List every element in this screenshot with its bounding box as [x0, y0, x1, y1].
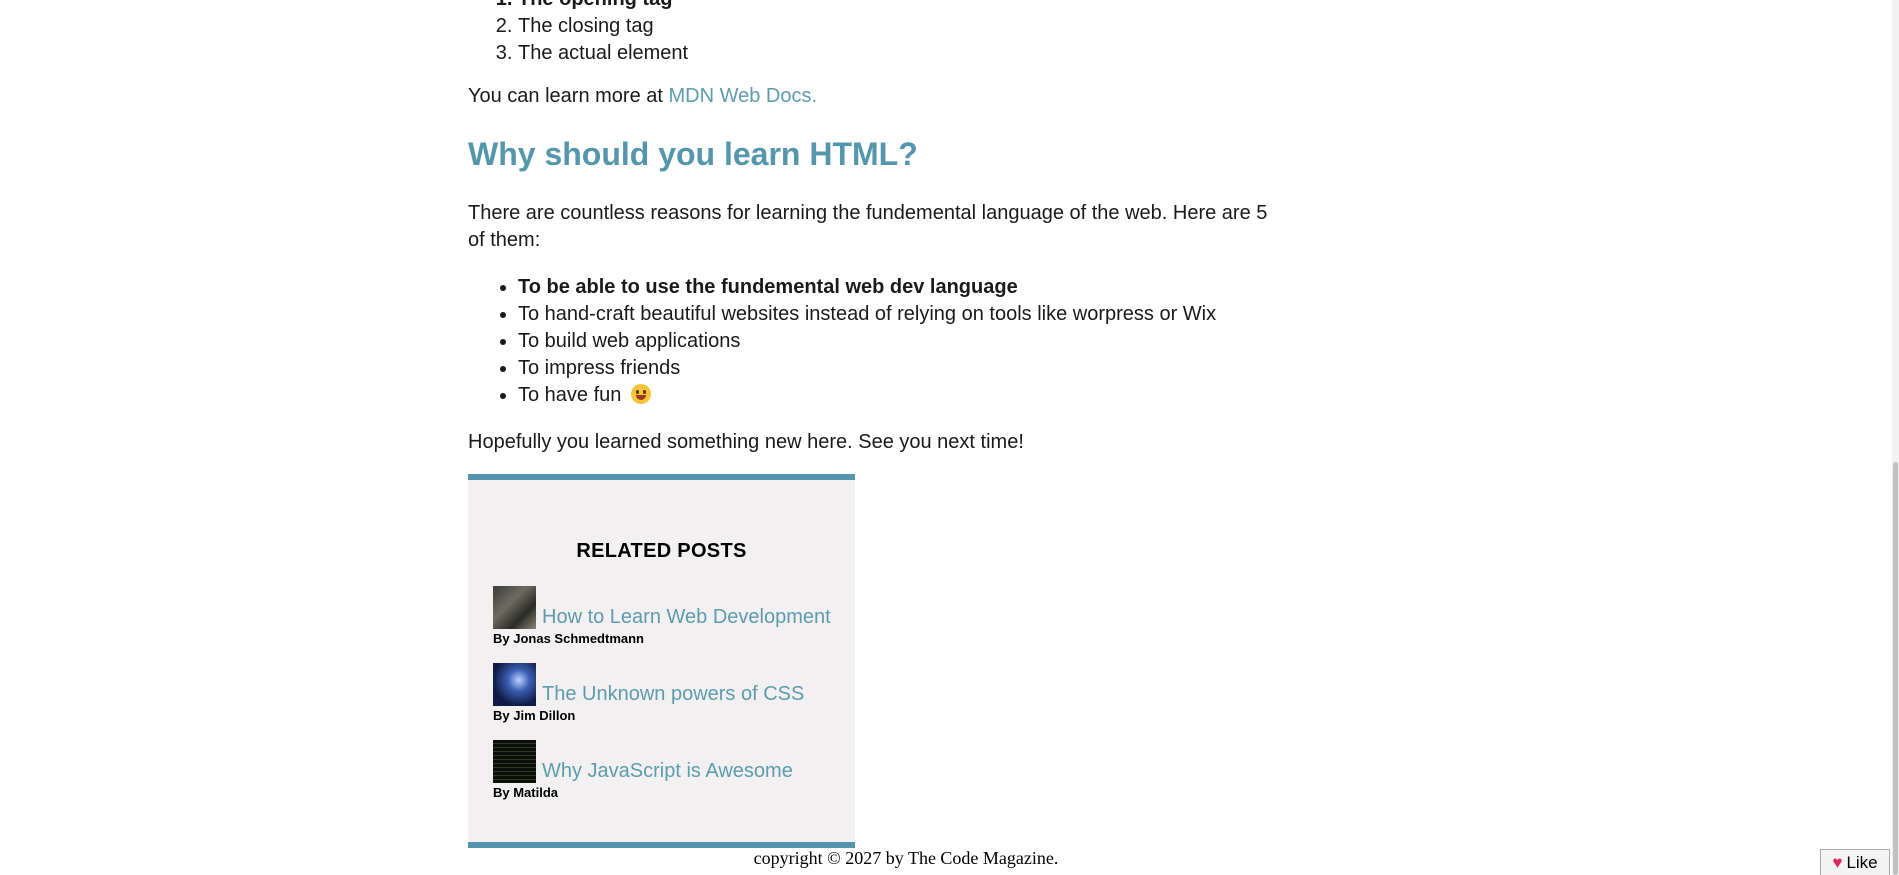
list-item: To impress friends — [518, 355, 1318, 382]
related-posts-heading: RELATED POSTS — [576, 540, 747, 562]
list-item-label: To have fun — [518, 384, 622, 406]
related-posts-panel: RELATED POSTS How to Learn Web Developme… — [468, 474, 855, 848]
post-thumbnail-image[interactable] — [493, 740, 536, 783]
list-item: To be able to use the fundemental web de… — [518, 274, 1318, 301]
list-item: The closing tag — [518, 13, 688, 40]
related-post-link[interactable]: The Unknown powers of CSS — [542, 683, 804, 705]
related-post-item: Why JavaScript is Awesome By Matilda — [493, 740, 793, 800]
scrollbar-thumb[interactable] — [1893, 462, 1898, 875]
page-footer: copyright © 2027 by The Code Magazine. — [753, 848, 1059, 868]
related-post-item: How to Learn Web Development By Jonas Sc… — [493, 586, 831, 646]
page-scrollbar[interactable] — [1892, 0, 1899, 875]
like-button-label: Like — [1846, 852, 1878, 872]
post-author: By Jonas Schmedtmann — [493, 631, 644, 646]
list-item: To hand-craft beautiful websites instead… — [518, 301, 1318, 328]
grinning-face-emoji-icon — [630, 384, 651, 404]
closing-paragraph: Hopefully you learned something new here… — [468, 431, 1024, 453]
post-author: By Jim Dillon — [493, 708, 576, 723]
related-post-item: The Unknown powers of CSS By Jim Dillon — [493, 663, 804, 723]
intro-paragraph: There are countless reasons for learning… — [468, 202, 1268, 251]
like-button[interactable]: ♥ Like — [1820, 849, 1890, 875]
learn-more-paragraph: You can learn more at MDN Web Docs. — [468, 83, 817, 110]
section-heading: Why should you learn HTML? — [468, 136, 918, 172]
mdn-link[interactable]: MDN Web Docs. — [669, 85, 818, 107]
post-thumbnail-image[interactable] — [493, 663, 536, 706]
list-item: The opening tag — [518, 0, 688, 13]
learn-more-text: You can learn more at — [468, 85, 669, 107]
list-item: To have fun — [518, 382, 1318, 409]
post-author: By Matilda — [493, 785, 559, 800]
list-item: The actual element — [518, 40, 688, 67]
related-post-link[interactable]: How to Learn Web Development — [542, 606, 831, 628]
post-thumbnail-image[interactable] — [493, 586, 536, 629]
html-element-parts-list: The opening tag The closing tag The actu… — [468, 0, 688, 67]
related-post-link[interactable]: Why JavaScript is Awesome — [542, 760, 793, 782]
reasons-list: To be able to use the fundemental web de… — [468, 274, 1318, 409]
heart-icon: ♥ — [1832, 852, 1843, 872]
list-item: To build web applications — [518, 328, 1318, 355]
